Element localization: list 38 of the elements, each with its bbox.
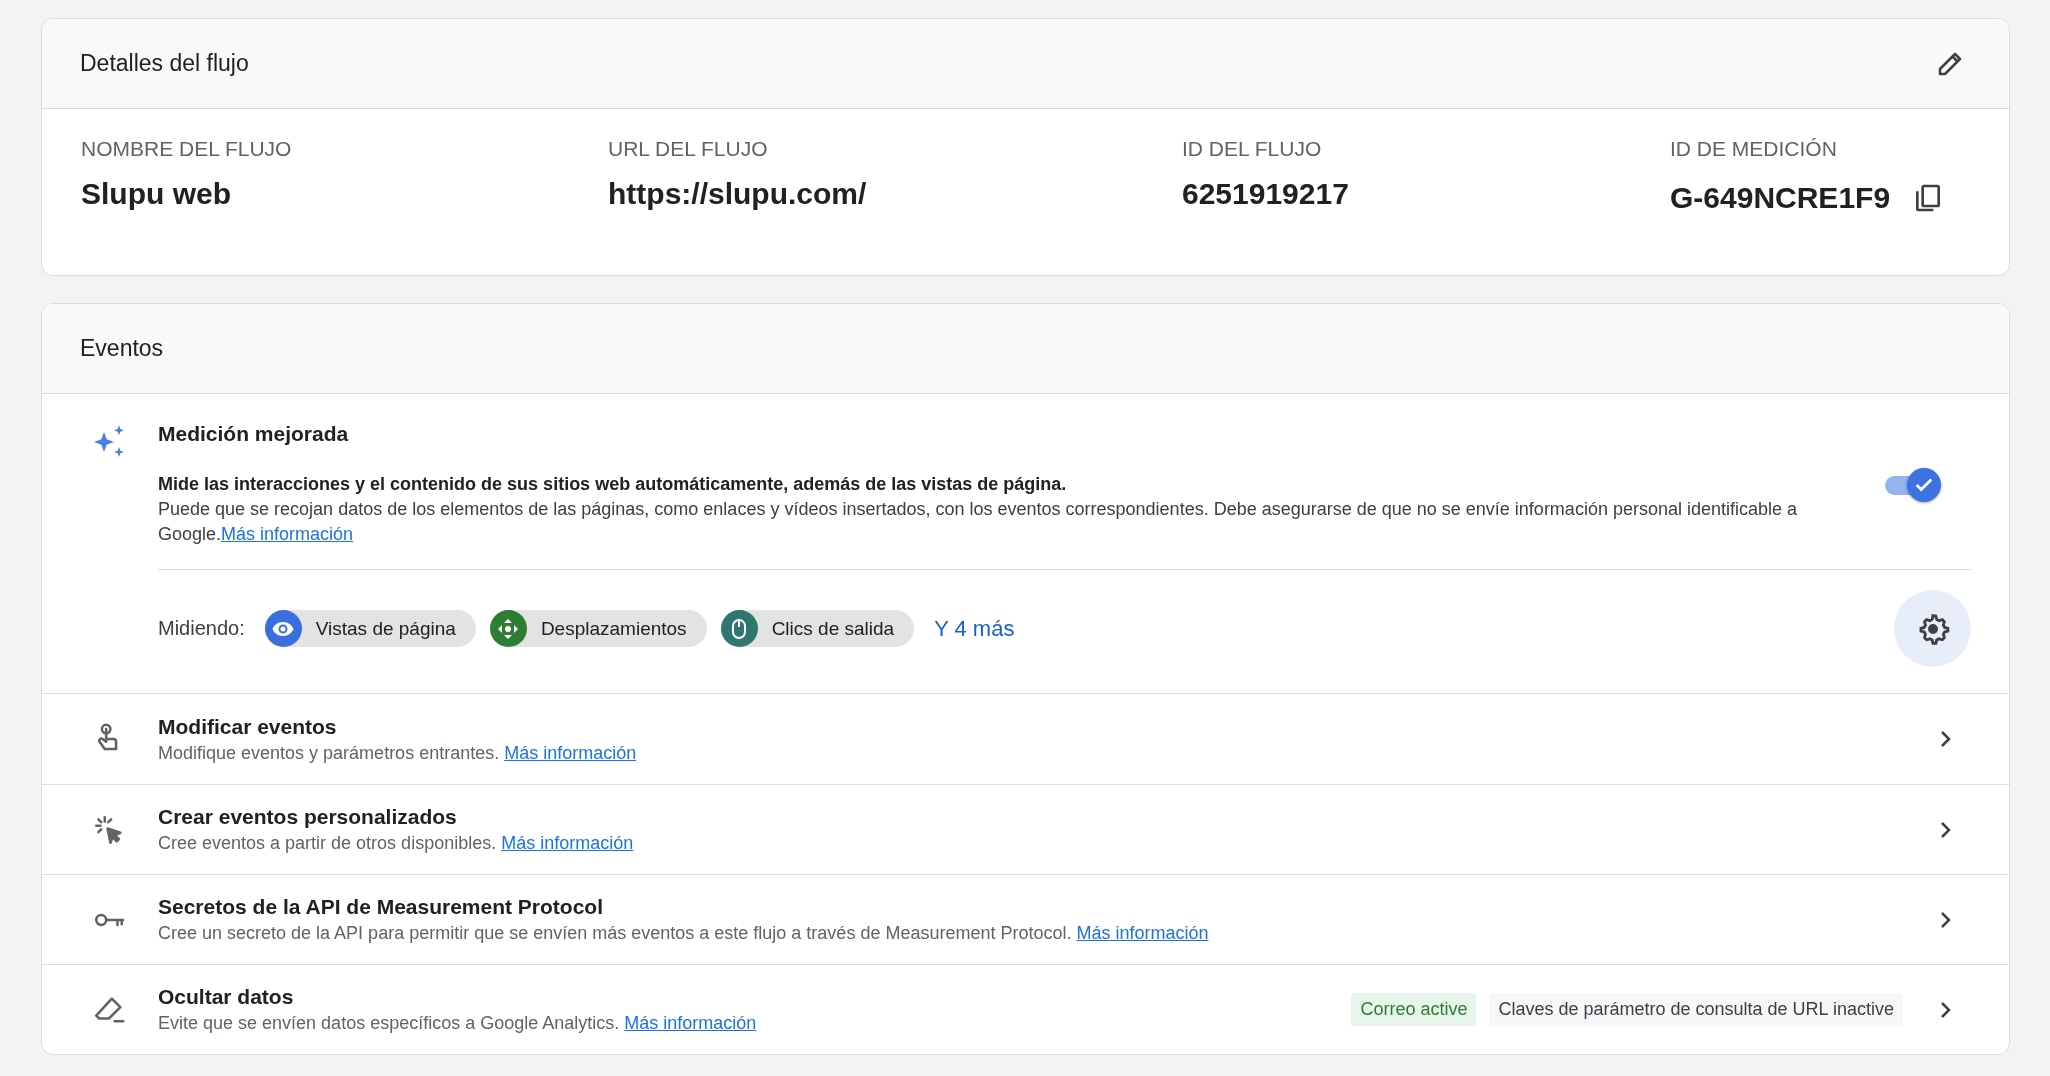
learn-more-link[interactable]: Más información bbox=[221, 524, 354, 544]
settings-row[interactable]: Secretos de la API de Measurement Protocol Cree un secreto de la API para permitir que se envíen más eventos a este flujo a través de Measurement Protocol. Más información bbox=[42, 874, 2009, 964]
status-tag: Correo active bbox=[1351, 993, 1477, 1026]
status-tag: Claves de parámetro de consulta de URL inactive bbox=[1489, 993, 1903, 1026]
row-description: Modifique eventos y parámetros entrantes. Más información bbox=[158, 742, 638, 764]
row-title: Modificar eventos bbox=[158, 714, 338, 739]
row-description: Evite que se envíen datos específicos a Google Analytics. Más información bbox=[158, 1013, 758, 1034]
field-label: ID DE MEDICIÓN bbox=[1670, 137, 1838, 161]
field-label: ID DEL FLUJO bbox=[1182, 137, 1323, 161]
row-title: Secretos de la API de Measurement Protocol bbox=[158, 895, 605, 919]
settings-row[interactable]: Ocultar datos Evite que se envíen datos específicos a Google Analytics. Más información Correo active Claves de parámetro de consulta de URL inactive bbox=[42, 964, 2009, 1054]
description-text: Puede que se recojan datos de los elementos de las páginas, como enlaces y vídeos insertados, con los eventos correspondientes. Debe asegurarse de que no se envíe información personal identificable a Google.Más información bbox=[158, 498, 1799, 546]
row-title: Ocultar datos bbox=[158, 985, 295, 1009]
row-description: Cree eventos a partir de otros disponibles. Más información bbox=[158, 833, 635, 854]
card-title: Detalles del flujo bbox=[80, 50, 249, 77]
lead-text: Mide las interacciones y el contenido de sus sitios web automáticamente, además de las vistas de página. bbox=[158, 473, 1068, 496]
settings-row[interactable]: Modificar eventos Modifique eventos y parámetros entrantes. Más información bbox=[42, 694, 2009, 784]
learn-more-link[interactable]: Más información bbox=[501, 833, 634, 853]
field-label: NOMBRE DEL FLUJO bbox=[81, 137, 293, 161]
card-title: Eventos bbox=[80, 335, 164, 362]
chip-label: Clics de salida bbox=[771, 617, 895, 640]
settings-row[interactable]: Crear eventos personalizados Cree eventos a partir de otros disponibles. Más información bbox=[42, 784, 2009, 874]
learn-more-link[interactable]: Más información bbox=[624, 1013, 757, 1033]
field-label: URL DEL FLUJO bbox=[608, 137, 769, 161]
row-title: Crear eventos personalizados bbox=[158, 805, 458, 829]
measuring-label: Midiendo: bbox=[158, 617, 245, 640]
field-value: G-649NCRE1F9 bbox=[1670, 181, 1891, 215]
more-link[interactable]: Y 4 más bbox=[934, 615, 1015, 642]
chip-label: Vistas de página bbox=[315, 617, 456, 640]
field-value: https://slupu.com/ bbox=[608, 177, 867, 211]
learn-more-link[interactable]: Más información bbox=[504, 742, 637, 763]
field-value: 6251919217 bbox=[1182, 177, 1349, 211]
learn-more-link[interactable]: Más información bbox=[1076, 923, 1209, 943]
section-title: Medición mejorada bbox=[158, 422, 350, 446]
row-description: Cree un secreto de la API para permitir que se envíen más eventos a este flujo a través de Measurement Protocol. Más información bbox=[158, 923, 1210, 944]
arrows-icon bbox=[496, 616, 521, 641]
field-value: Slupu web bbox=[81, 177, 231, 211]
chip-label: Desplazamientos bbox=[540, 617, 687, 640]
